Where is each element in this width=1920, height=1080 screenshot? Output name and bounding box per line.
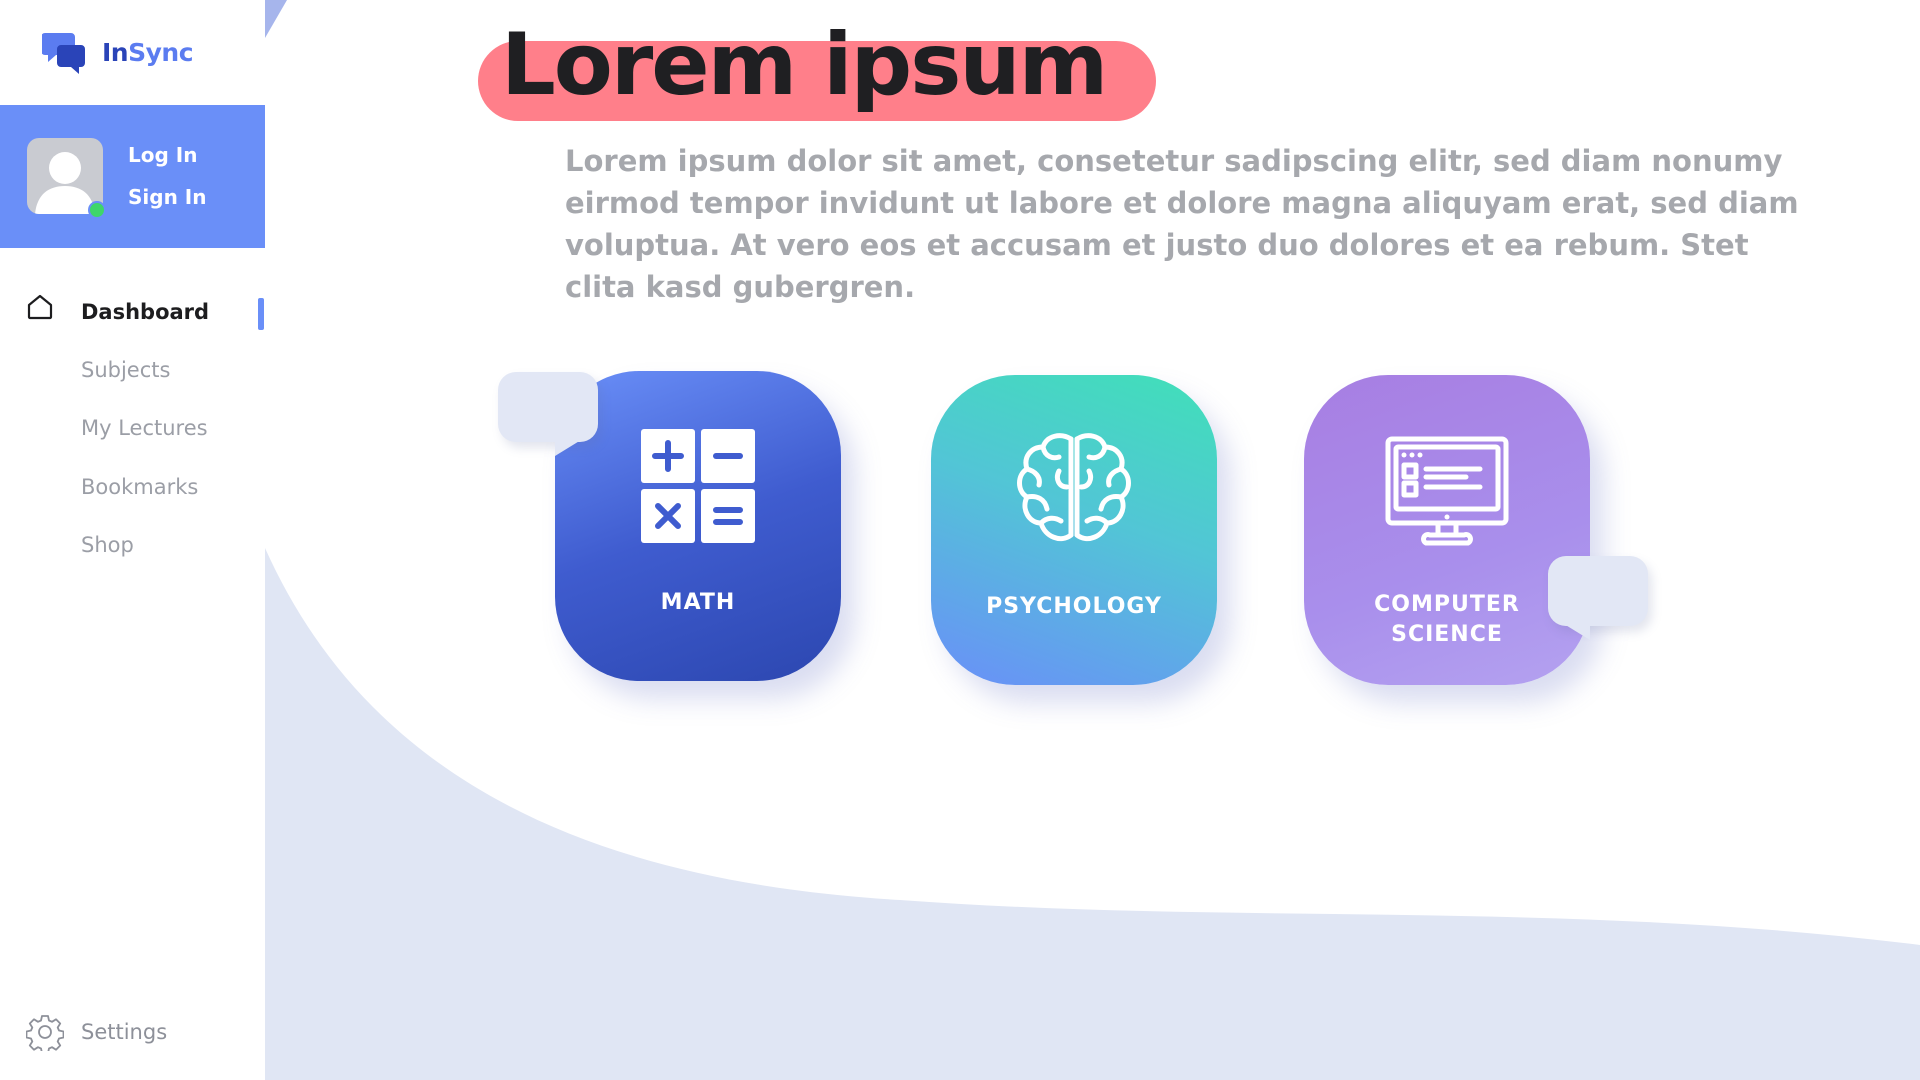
subject-card-computer-science[interactable]: COMPUTER SCIENCE <box>1304 375 1590 685</box>
subject-card-psychology[interactable]: PSYCHOLOGY <box>931 375 1217 685</box>
gear-icon <box>26 1015 64 1051</box>
sidebar-item-shop[interactable]: Shop <box>81 533 134 557</box>
brand-name: InSync <box>102 37 194 67</box>
sidebar-item-my-lectures[interactable]: My Lectures <box>81 416 208 440</box>
chat-bubbles-icon <box>42 33 85 74</box>
user-panel: Log In Sign In <box>0 105 265 248</box>
page-title: Lorem ipsum <box>501 15 1108 115</box>
settings-label: Settings <box>81 1020 168 1044</box>
home-icon <box>27 294 53 320</box>
main-content: Lorem ipsum Lorem ipsum dolor sit amet, … <box>265 0 1920 1080</box>
active-indicator <box>258 298 264 330</box>
card-label-psychology: PSYCHOLOGY <box>986 594 1162 619</box>
brain-icon <box>1017 433 1131 541</box>
speech-bubble-right <box>1548 556 1648 640</box>
calculator-icon <box>641 429 755 543</box>
settings-button[interactable]: Settings <box>26 1013 167 1051</box>
page-description: Lorem ipsum dolor sit amet, consetetur s… <box>565 144 1799 304</box>
sidebar-item-subjects[interactable]: Subjects <box>81 358 170 382</box>
brand-logo[interactable]: InSync <box>42 28 194 76</box>
sidebar-item-bookmarks[interactable]: Bookmarks <box>81 475 198 499</box>
signin-link[interactable]: Sign In <box>128 185 206 209</box>
sidebar-item-dashboard[interactable]: Dashboard <box>81 300 209 324</box>
sidebar: InSync Log In Sign In Dashboard Subjects… <box>0 0 265 1080</box>
speech-bubble-left <box>498 372 598 456</box>
login-link[interactable]: Log In <box>128 143 197 167</box>
computer-monitor-icon <box>1385 436 1509 546</box>
card-label-line2: SCIENCE <box>1391 622 1503 647</box>
card-label-math: MATH <box>660 590 736 615</box>
online-status-dot <box>88 201 106 219</box>
